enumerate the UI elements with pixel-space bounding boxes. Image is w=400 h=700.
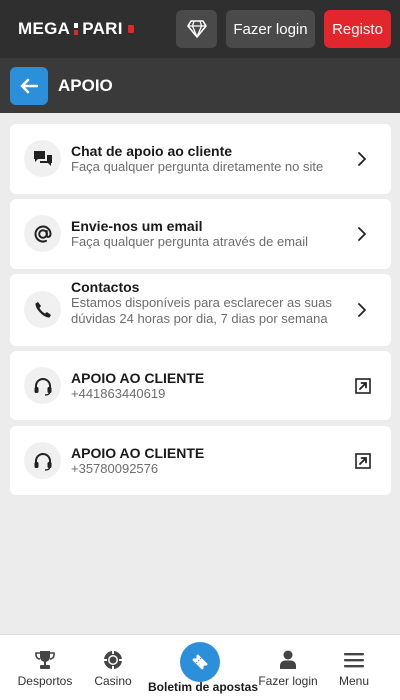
nav-label: Menu (338, 674, 370, 688)
diamond-icon (186, 20, 207, 38)
support-phone-number: +35780092576 (71, 461, 159, 476)
arrow-left-icon (20, 78, 38, 94)
support-item-title: Chat de apoio ao cliente (71, 143, 233, 159)
support-item-title: APOIO AO CLIENTE (71, 370, 205, 386)
support-item-title: Envie-nos um email (71, 218, 203, 234)
support-item-title: APOIO AO CLIENTE (71, 445, 205, 461)
user-icon (279, 649, 297, 671)
email-icon-circle (24, 215, 61, 252)
headset-icon-circle (24, 442, 61, 479)
support-email-card[interactable]: Envie-nos um email Faça qualquer pergunt… (10, 199, 391, 269)
vip-button[interactable] (176, 10, 217, 48)
back-button[interactable] (10, 67, 48, 105)
support-phone-card-1[interactable]: APOIO AO CLIENTE +441863440619 (10, 351, 391, 420)
logo-text-right: PARI (82, 19, 123, 38)
headset-icon (34, 377, 51, 396)
chevron-right-icon (355, 227, 369, 241)
support-phone-card-2[interactable]: APOIO AO CLIENTE +35780092576 (10, 426, 391, 495)
logo-text-left: MEGA (18, 19, 71, 38)
hamburger-menu-icon (344, 649, 364, 671)
flag-icon (128, 25, 134, 33)
nav-login[interactable]: Fazer login (256, 635, 320, 700)
login-button[interactable]: Fazer login (226, 10, 315, 48)
logo-separator (74, 22, 79, 36)
casino-chip-icon (103, 649, 123, 671)
support-item-subtitle: Estamos disponíveis para esclarecer as s… (71, 295, 332, 326)
phone-icon-circle (24, 291, 61, 328)
support-contacts-card[interactable]: Contactos Estamos disponíveis para escla… (10, 274, 391, 346)
page-header: APOIO (0, 58, 400, 113)
chevron-right-icon (355, 303, 369, 317)
support-item-subtitle: Faça qualquer pergunta através de email (71, 234, 309, 249)
nav-label: Fazer login (258, 674, 318, 688)
support-chat-card[interactable]: Chat de apoio ao cliente Faça qualquer p… (10, 124, 391, 194)
nav-betslip-label[interactable]: Boletim de apostas (148, 680, 258, 694)
external-link-icon (355, 378, 371, 394)
page-title: APOIO (58, 76, 113, 95)
nav-menu[interactable]: Menu (332, 635, 376, 700)
nav-casino[interactable]: Casino (88, 635, 138, 700)
at-icon (34, 225, 52, 242)
support-item-subtitle: Faça qualquer pergunta diretamente no si… (71, 159, 324, 174)
trophy-icon (34, 649, 56, 671)
headset-icon-circle (24, 367, 61, 404)
chat-icon-circle (24, 140, 61, 177)
register-button[interactable]: Registo (324, 10, 391, 48)
support-item-title: Contactos (71, 279, 140, 295)
nav-label: Desportos (17, 674, 73, 688)
phone-icon (34, 301, 51, 318)
chat-icon (33, 150, 52, 166)
nav-betslip-button[interactable] (180, 642, 220, 682)
nav-sports[interactable]: Desportos (14, 635, 76, 700)
top-bar: MEGA PARI Fazer login Registo (0, 0, 400, 58)
megapari-logo[interactable]: MEGA PARI (18, 19, 123, 39)
ticket-icon (192, 654, 208, 670)
headset-icon (34, 452, 51, 471)
nav-label: Casino (94, 674, 132, 688)
external-link-icon (355, 453, 371, 469)
support-phone-number: +441863440619 (71, 386, 166, 401)
chevron-right-icon (355, 152, 369, 166)
